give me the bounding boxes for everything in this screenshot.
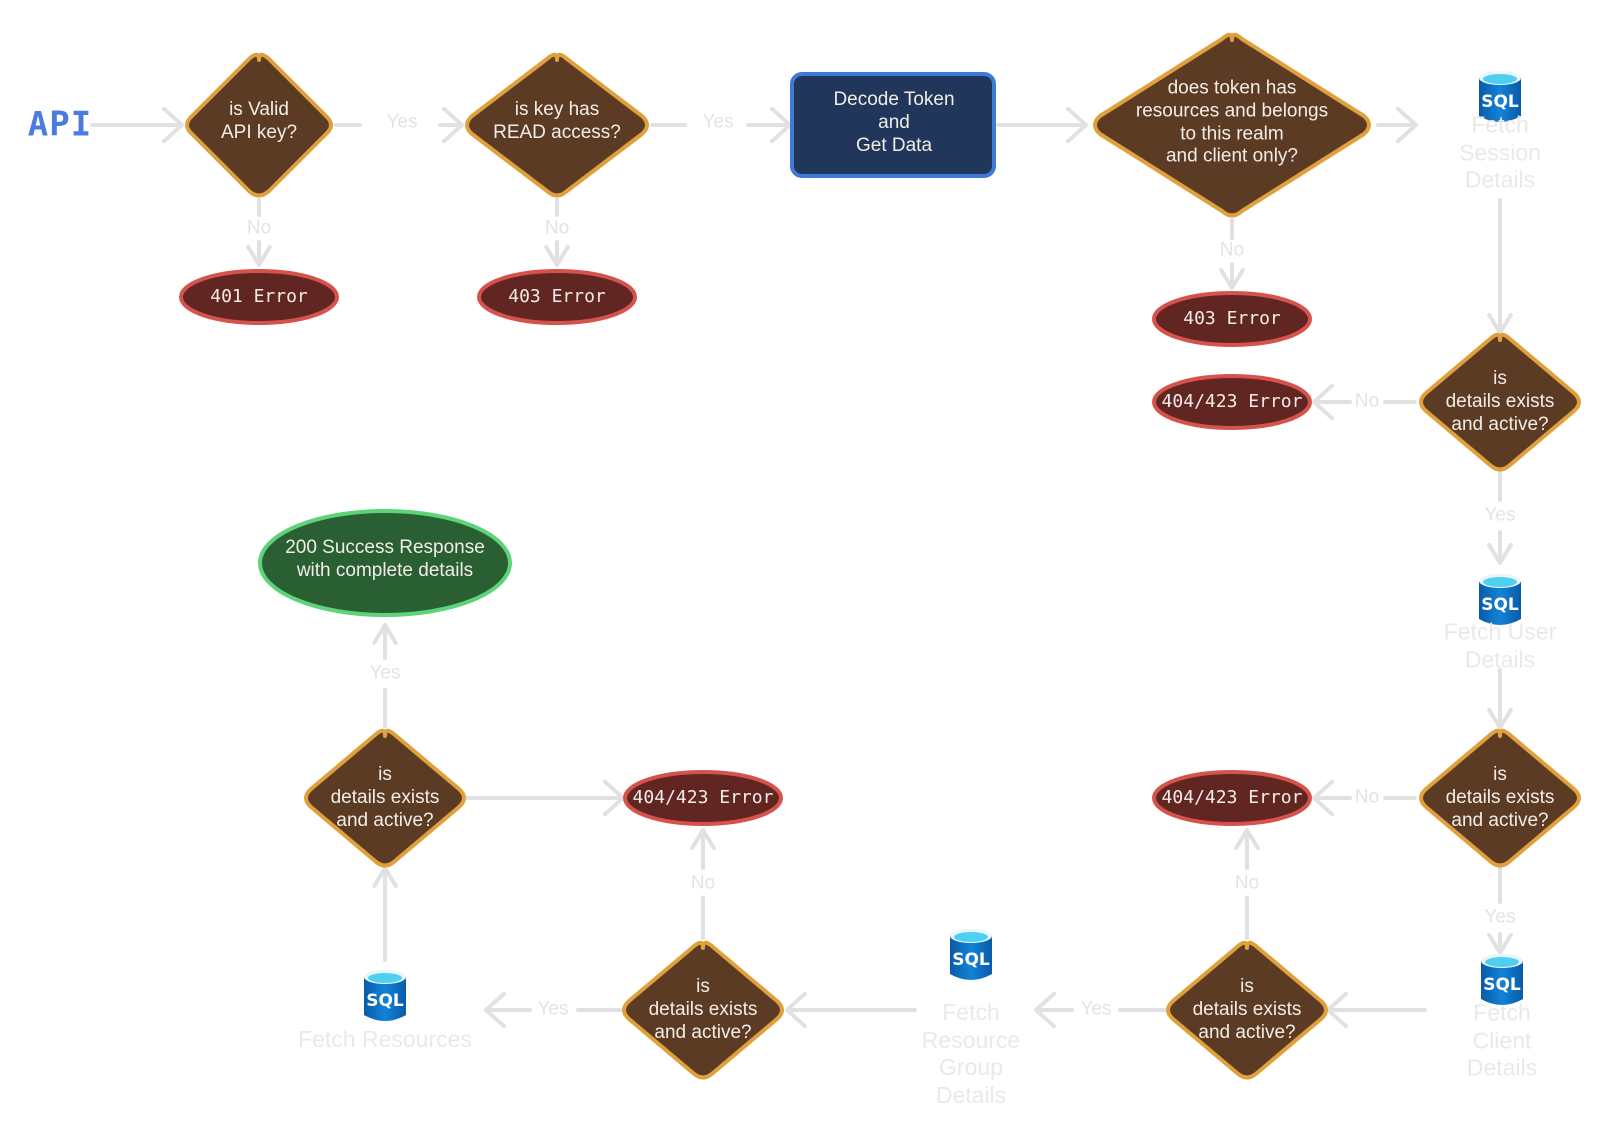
error-403-read[interactable]: 403 Error — [508, 286, 606, 308]
edge-label-no: No — [690, 872, 716, 894]
sql-icon-text: SQL — [1481, 595, 1519, 615]
fetch-resources[interactable]: Fetch Resources — [298, 1026, 472, 1054]
flowchart-canvas: SQL SQL SQL SQL SQL — [90, 32, 1581, 1080]
sql-database-icon: SQL — [950, 929, 992, 980]
sql-icon-text: SQL — [1481, 92, 1519, 112]
sql-icon-text: SQL — [952, 950, 990, 970]
fetch-user-details[interactable]: Fetch User Details — [1440, 618, 1561, 673]
sql-database-icon: SQL — [364, 970, 406, 1021]
error-403-token[interactable]: 403 Error — [1183, 308, 1281, 330]
decision-read-access[interactable]: is key has READ access? — [493, 99, 621, 145]
decision-user-exists[interactable]: is details exists and active? — [1446, 764, 1555, 832]
error-401[interactable]: 401 Error — [210, 286, 308, 308]
edge-label-yes: Yes — [1484, 504, 1516, 526]
error-404-user[interactable]: 404/423 Error — [1162, 787, 1303, 809]
process-decode-token[interactable]: Decode Token and Get Data — [833, 89, 954, 157]
edge-label-yes: Yes — [369, 662, 401, 684]
edge-label-yes: Yes — [1484, 906, 1516, 928]
decision-valid-api-key[interactable]: is Valid API key? — [221, 99, 297, 145]
fetch-client-details[interactable]: Fetch Client Details — [1443, 1000, 1562, 1083]
decision-resources-exist[interactable]: is details exists and active? — [331, 764, 440, 832]
edge-label-no: No — [544, 217, 570, 239]
edge-label-yes: Yes — [1080, 998, 1112, 1020]
edge-label-yes: Yes — [386, 111, 418, 133]
error-404-session[interactable]: 404/423 Error — [1162, 391, 1303, 413]
success-200-response[interactable]: 200 Success Response with complete detai… — [285, 537, 485, 583]
edge-label-no: No — [1234, 872, 1260, 894]
decision-token-check[interactable]: does token has resources and belongs to … — [1136, 77, 1328, 168]
sql-database-icon: SQL — [1481, 954, 1523, 1005]
edge-label-no: No — [1354, 390, 1380, 412]
sql-icon-text: SQL — [1483, 975, 1521, 995]
decision-client-exists[interactable]: is details exists and active? — [1193, 976, 1302, 1044]
edge-label-no: No — [1354, 786, 1380, 808]
error-404-resource-group[interactable]: 404/423 Error — [633, 787, 774, 809]
api-entry-label: API — [27, 104, 93, 145]
edge-label-no: No — [1219, 239, 1245, 261]
edge-label-yes: Yes — [702, 111, 734, 133]
fetch-session-details[interactable]: Fetch Session Details — [1440, 112, 1561, 195]
sql-icon-text: SQL — [366, 991, 404, 1011]
fetch-resource-group-details[interactable]: Fetch Resource Group Details — [922, 999, 1020, 1109]
sql-database-icon: SQL — [1479, 574, 1521, 625]
decision-resource-group-exists[interactable]: is details exists and active? — [649, 976, 758, 1044]
edge-label-yes: Yes — [537, 998, 569, 1020]
edge-label-no: No — [246, 217, 272, 239]
decision-session-exists[interactable]: is details exists and active? — [1446, 368, 1555, 436]
